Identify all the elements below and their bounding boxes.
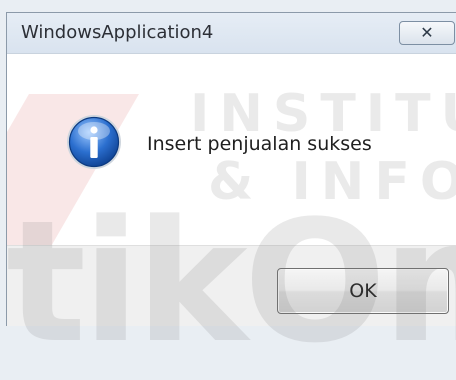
- close-icon: ✕: [420, 23, 434, 42]
- window-title: WindowsApplication4: [21, 22, 214, 43]
- dialog-footer: OK: [7, 245, 456, 326]
- ok-button[interactable]: OK: [277, 268, 449, 314]
- dialog-message: Insert penjualan sukses: [147, 133, 372, 155]
- message-box-window: WindowsApplication4 ✕ Insert penjualan s…: [6, 12, 456, 326]
- close-button[interactable]: ✕: [399, 21, 455, 45]
- title-bar[interactable]: WindowsApplication4 ✕: [7, 13, 456, 54]
- information-icon: [67, 115, 121, 169]
